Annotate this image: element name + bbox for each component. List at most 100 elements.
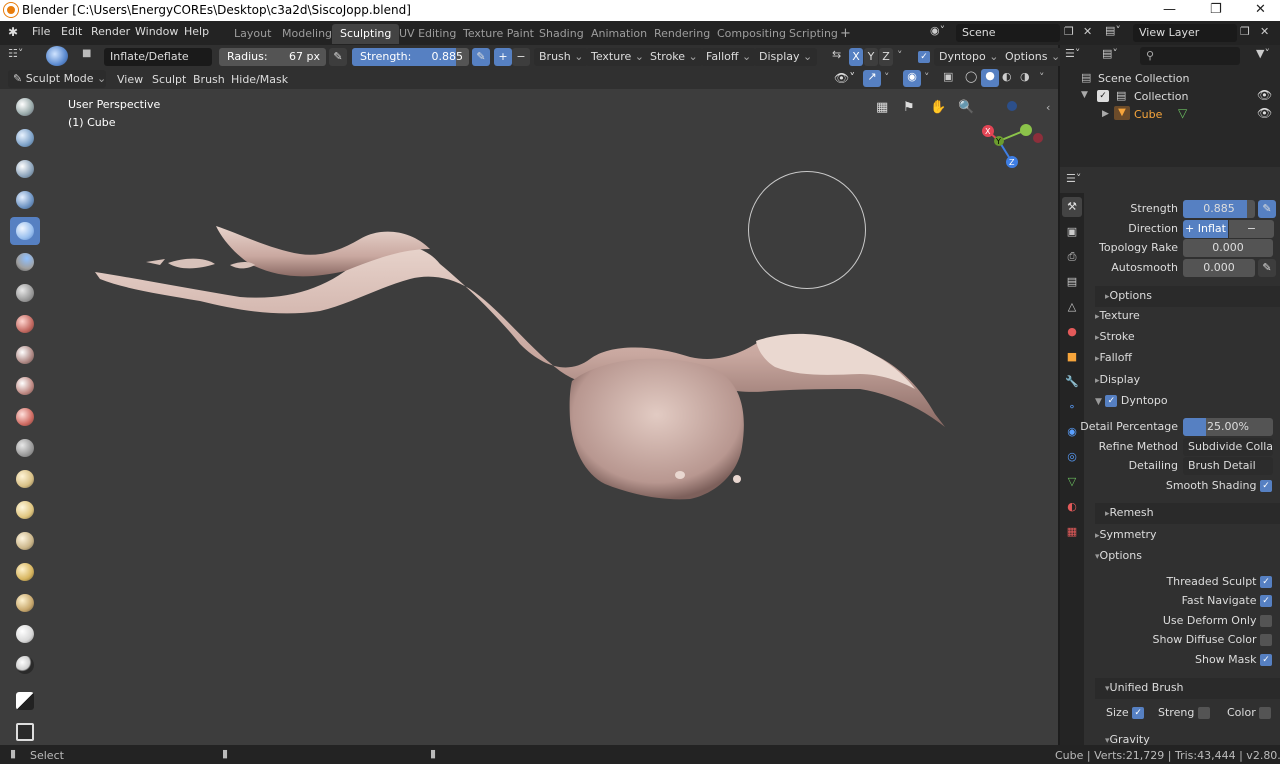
tool-draw-icon[interactable]: [10, 93, 40, 121]
collection-visibility-icon[interactable]: 👁: [1257, 88, 1272, 102]
gizmo-options-icon[interactable]: ˅: [884, 71, 890, 84]
brush-data-icon[interactable]: ■: [82, 48, 98, 64]
falloff-dropdown[interactable]: Falloff: [701, 48, 757, 66]
unified-size-toggle[interactable]: Size ✓: [1106, 706, 1145, 719]
minimize-icon[interactable]: —: [1163, 2, 1176, 17]
stroke-dropdown[interactable]: Stroke: [645, 48, 703, 66]
tool-box-mask-icon[interactable]: [10, 687, 40, 715]
scene-name-field[interactable]: Scene: [956, 24, 1060, 42]
new-view-layer-icon[interactable]: ❐: [1240, 25, 1250, 38]
direction-subtract-button[interactable]: −: [512, 48, 530, 66]
tool-flatten-icon[interactable]: [10, 341, 40, 369]
dyntopo-dropdown[interactable]: Dyntopo: [934, 48, 1004, 66]
options-panel[interactable]: Options: [1085, 546, 1280, 567]
navigation-gizmo[interactable]: X Y Z: [972, 95, 1052, 175]
perspective-toggle-icon[interactable]: ▦: [876, 100, 896, 120]
physics-tab-icon[interactable]: ◉: [1062, 422, 1082, 442]
scene-collection-label[interactable]: Scene Collection: [1098, 72, 1189, 85]
smooth-shading-row[interactable]: Smooth Shading ✓: [1085, 476, 1280, 496]
view-layer-field[interactable]: View Layer: [1133, 24, 1237, 42]
maximize-icon[interactable]: ❐: [1210, 2, 1222, 17]
remesh-subpanel[interactable]: Remesh: [1095, 503, 1280, 524]
menu-brush[interactable]: Brush: [193, 73, 225, 86]
stroke-panel[interactable]: Stroke: [1085, 327, 1280, 348]
texture-dropdown[interactable]: Texture: [586, 48, 649, 66]
menu-sculpt[interactable]: Sculpt: [152, 73, 186, 86]
show-mask-row[interactable]: Show Mask ✓: [1085, 650, 1280, 670]
tool-clay-icon[interactable]: [10, 124, 40, 152]
3d-viewport[interactable]: User Perspective (1) Cube ▦ ⚑ ✋ 🔍 X Y Z …: [0, 89, 1058, 745]
tool-rotate-icon[interactable]: [10, 589, 40, 617]
unified-brush-subpanel[interactable]: Unified Brush: [1095, 678, 1280, 699]
strength-slider[interactable]: Strength: 0.885: [352, 48, 469, 66]
options-dropdown[interactable]: Options: [1000, 48, 1066, 66]
tool-blob-icon[interactable]: [10, 248, 40, 276]
threaded-sculpt-checkbox[interactable]: ✓: [1260, 576, 1272, 588]
xray-icon[interactable]: ▣: [943, 70, 953, 83]
unified-color-toggle[interactable]: Color: [1227, 706, 1272, 719]
solid-shading-icon[interactable]: ●: [981, 69, 999, 87]
unified-strength-toggle[interactable]: Streng: [1158, 706, 1210, 719]
tool-smooth-icon[interactable]: [10, 310, 40, 338]
editor-type-icon[interactable]: ✱: [8, 25, 26, 41]
new-scene-icon[interactable]: ❐: [1064, 25, 1074, 38]
tool-thumb-icon[interactable]: [10, 527, 40, 555]
direction-add-button[interactable]: +: [494, 48, 512, 66]
tab-animation[interactable]: Animation: [583, 24, 655, 44]
menu-edit[interactable]: Edit: [61, 25, 82, 38]
autosmooth-pressure-icon[interactable]: ✎: [1258, 259, 1276, 277]
add-workspace-icon[interactable]: +: [840, 26, 851, 41]
tool-box-hide-icon[interactable]: [10, 718, 40, 746]
world-tab-icon[interactable]: ●: [1062, 322, 1082, 342]
tool-scrape-icon[interactable]: [10, 403, 40, 431]
cube-expand-icon[interactable]: ▶: [1102, 109, 1109, 119]
menu-window[interactable]: Window: [135, 25, 178, 38]
options-subpanel[interactable]: Options: [1095, 286, 1280, 307]
tab-rendering[interactable]: Rendering: [646, 24, 718, 44]
unified-color-checkbox[interactable]: [1259, 707, 1272, 719]
tool-simplify-icon[interactable]: [10, 620, 40, 648]
threaded-sculpt-row[interactable]: Threaded Sculpt ✓: [1085, 572, 1280, 592]
tab-modeling[interactable]: Modeling: [274, 24, 340, 44]
collection-checkbox[interactable]: ✓: [1097, 89, 1109, 102]
tool-nudge-icon[interactable]: [10, 558, 40, 586]
overlays-icon[interactable]: ◉: [903, 70, 921, 87]
tab-uv-editing[interactable]: UV Editing: [391, 24, 464, 44]
radius-pressure-icon[interactable]: ✎: [329, 48, 347, 66]
tool-settings-tab-icon[interactable]: ⚒: [1062, 197, 1082, 217]
mirror-options-icon[interactable]: ˅: [897, 49, 903, 62]
pan-hand-icon[interactable]: ✋: [930, 100, 950, 120]
tab-scripting[interactable]: Scripting: [781, 24, 846, 44]
dyntopo-panel-checkbox[interactable]: ✓: [1105, 395, 1118, 407]
detail-percentage-slider[interactable]: 25.00%: [1183, 418, 1273, 436]
tab-sculpting[interactable]: Sculpting: [332, 24, 400, 44]
strength-prop-pressure-icon[interactable]: ✎: [1258, 200, 1276, 218]
use-deform-only-row[interactable]: Use Deform Only: [1085, 611, 1280, 631]
dyntopo-panel[interactable]: ▼ ✓ Dyntopo: [1085, 391, 1280, 412]
tool-mask-icon[interactable]: [10, 651, 40, 679]
unified-size-checkbox[interactable]: ✓: [1132, 707, 1145, 719]
direction-inflate-button[interactable]: + Inflat: [1183, 220, 1228, 238]
mirror-z-toggle[interactable]: Z: [879, 48, 893, 66]
texture-tab-icon[interactable]: ▦: [1062, 522, 1082, 542]
tool-clay-strips-icon[interactable]: [10, 155, 40, 183]
smooth-shading-checkbox[interactable]: ✓: [1260, 480, 1272, 492]
camera-view-icon[interactable]: ⚑: [903, 100, 923, 120]
unified-strength-checkbox[interactable]: [1197, 707, 1210, 719]
show-mask-checkbox[interactable]: ✓: [1260, 654, 1272, 666]
autosmooth-field[interactable]: 0.000: [1183, 259, 1255, 277]
radius-slider[interactable]: Radius: 67 px: [219, 48, 326, 66]
brush-preview-icon[interactable]: [46, 46, 68, 66]
display-dropdown[interactable]: Display: [754, 48, 818, 66]
delete-view-layer-icon[interactable]: ✕: [1260, 25, 1269, 38]
detailing-dropdown[interactable]: Brush Detail: [1183, 457, 1273, 475]
refine-method-dropdown[interactable]: Subdivide Colla...: [1183, 438, 1273, 456]
outliner-editor-type-icon[interactable]: ☰˅: [1065, 47, 1080, 60]
strength-prop-slider[interactable]: 0.885: [1183, 200, 1255, 218]
modifier-tab-icon[interactable]: 🔧: [1062, 372, 1082, 392]
wireframe-shading-icon[interactable]: ◯: [965, 70, 977, 83]
tool-snake-hook-icon[interactable]: [10, 496, 40, 524]
dyntopo-checkbox[interactable]: ✓: [918, 50, 930, 63]
rendered-shading-icon[interactable]: ◑: [1020, 70, 1030, 83]
mirror-y-toggle[interactable]: Y: [864, 48, 878, 66]
